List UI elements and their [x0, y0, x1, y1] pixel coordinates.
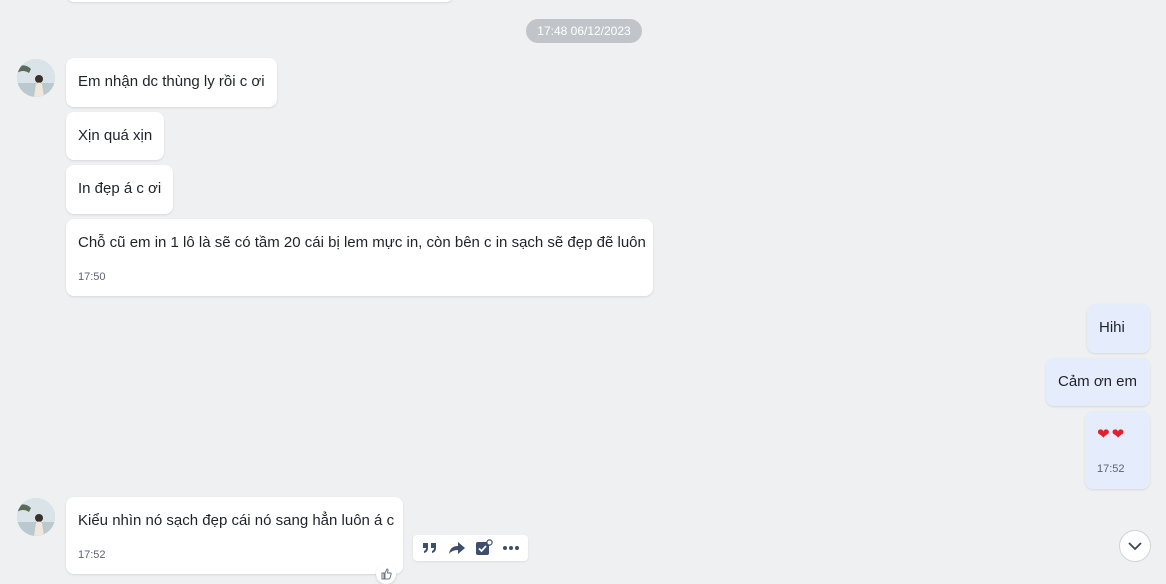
task-icon[interactable]	[473, 537, 495, 559]
message-timestamp: 17:52	[1097, 463, 1125, 475]
message-timestamp: 17:52	[78, 549, 106, 561]
message-text: Em nhận dc thùng ly rồi c ơi	[78, 73, 265, 90]
heart-emoji: ❤❤	[1097, 426, 1127, 443]
message-text: Cảm ơn em	[1058, 373, 1138, 390]
chevron-down-icon	[1128, 542, 1142, 551]
message-text: Xịn quá xịn	[78, 127, 153, 144]
quote-icon[interactable]	[419, 537, 441, 559]
message-bubble[interactable]: Xịn quá xịn	[66, 112, 165, 160]
message-bubble[interactable]: Em nhận dc thùng ly rồi c ơi	[66, 58, 277, 107]
reaction-button[interactable]	[376, 564, 396, 584]
message-bubble[interactable]: Kiểu nhìn nó sạch đẹp cái nó sang hẳn lu…	[66, 497, 403, 574]
message-text: Chỗ cũ em in 1 lô là sẽ có tầm 20 cái bị…	[78, 234, 646, 251]
avatar-photo	[17, 498, 55, 536]
avatar[interactable]	[17, 498, 55, 536]
message-bubble[interactable]: Cảm ơn em	[1046, 358, 1150, 406]
message-action-toolbar	[413, 535, 528, 561]
previous-message-bubble	[66, 0, 454, 2]
forward-icon[interactable]	[446, 537, 468, 559]
message-timestamp: 17:50	[78, 271, 106, 283]
message-text: In đẹp á c ơi	[78, 180, 162, 197]
avatar-photo	[17, 59, 55, 97]
like-icon	[381, 568, 392, 580]
message-bubble[interactable]: Hihi	[1087, 304, 1150, 353]
message-text: Hihi	[1099, 319, 1125, 336]
message-text: Kiểu nhìn nó sạch đẹp cái nó sang hẳn lu…	[78, 512, 395, 529]
date-separator: 17:48 06/12/2023	[526, 19, 642, 43]
message-bubble[interactable]: In đẹp á c ơi	[66, 165, 174, 214]
more-icon[interactable]	[500, 537, 522, 559]
avatar[interactable]	[17, 59, 55, 97]
scroll-to-bottom-button[interactable]	[1119, 530, 1151, 562]
message-bubble[interactable]: ❤❤ 17:52	[1085, 411, 1150, 489]
message-bubble[interactable]: Chỗ cũ em in 1 lô là sẽ có tầm 20 cái bị…	[66, 219, 653, 296]
